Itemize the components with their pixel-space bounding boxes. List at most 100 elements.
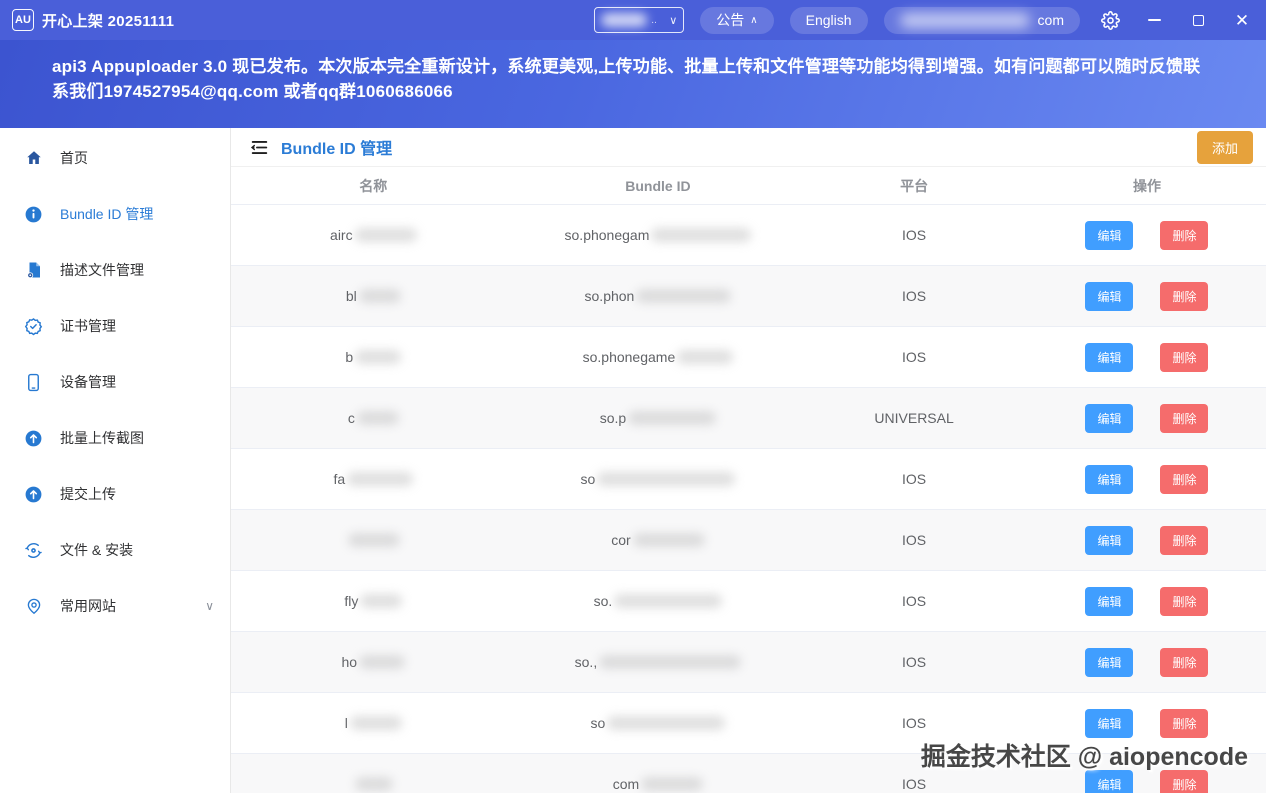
delete-button[interactable]: 删除 (1160, 526, 1208, 555)
cell-name: b (231, 349, 516, 365)
sidebar-item-devices[interactable]: 设备管理 (0, 354, 230, 410)
sidebar-item-home[interactable]: 首页 (0, 130, 230, 186)
row-bundle-redacted (641, 777, 703, 791)
table-row: ho so., IOS 编辑 删除 (231, 632, 1266, 693)
edit-button[interactable]: 编辑 (1085, 648, 1133, 677)
cell-bundle-id: so.phonegame (516, 349, 801, 365)
chevron-down-icon[interactable]: ∨ (205, 599, 214, 613)
edit-button[interactable]: 编辑 (1085, 343, 1133, 372)
row-name-redacted (355, 777, 393, 791)
settings-button[interactable] (1096, 6, 1124, 34)
announcement-button[interactable]: 公告 ∧ (700, 7, 773, 34)
select-hint: .. (651, 15, 657, 26)
language-label: English (806, 12, 852, 28)
cell-platform: IOS (800, 593, 1028, 609)
edit-button[interactable]: 编辑 (1085, 709, 1133, 738)
menu-fold-icon[interactable] (250, 139, 269, 156)
account-select[interactable]: .. ∨ (594, 7, 684, 33)
edit-button[interactable]: 编辑 (1085, 282, 1133, 311)
sidebar-item-label: 描述文件管理 (60, 260, 144, 280)
minimize-icon (1148, 19, 1161, 21)
row-name-redacted (360, 594, 402, 608)
cell-name: bl (231, 288, 516, 304)
table-row: cor IOS 编辑 删除 (231, 510, 1266, 571)
cell-bundle-id: so., (516, 654, 801, 670)
row-platform: IOS (902, 532, 926, 548)
delete-button[interactable]: 删除 (1160, 343, 1208, 372)
website-pin-icon (24, 597, 43, 616)
row-platform: IOS (902, 227, 926, 243)
maximize-icon (1193, 15, 1204, 26)
delete-button[interactable]: 删除 (1160, 221, 1208, 250)
delete-button[interactable]: 删除 (1160, 465, 1208, 494)
sidebar-item-files-install[interactable]: 文件 & 安装 (0, 522, 230, 578)
window-close-button[interactable]: ✕ (1228, 6, 1256, 34)
column-header-platform: 平台 (800, 176, 1028, 196)
row-bundle-prefix: so (581, 471, 596, 487)
edit-button[interactable]: 编辑 (1085, 221, 1133, 250)
email-suffix: com (1038, 12, 1064, 28)
delete-button[interactable]: 删除 (1160, 404, 1208, 433)
cell-actions: 编辑 删除 (1028, 343, 1266, 372)
window-minimize-button[interactable] (1140, 6, 1168, 34)
row-name-prefix: airc (330, 227, 353, 243)
certificate-icon (24, 317, 43, 336)
row-platform: IOS (902, 288, 926, 304)
cell-actions: 编辑 删除 (1028, 648, 1266, 677)
row-name-redacted (350, 716, 402, 730)
row-name-prefix: l (345, 715, 348, 731)
row-bundle-redacted (628, 411, 716, 425)
add-button[interactable]: 添加 (1197, 131, 1253, 164)
edit-button[interactable]: 编辑 (1085, 404, 1133, 433)
edit-button[interactable]: 编辑 (1085, 465, 1133, 494)
table-row: bl so.phon IOS 编辑 删除 (231, 266, 1266, 327)
delete-button[interactable]: 删除 (1160, 709, 1208, 738)
account-email-pill[interactable]: com (884, 7, 1080, 34)
table-body: airc so.phonegam IOS 编辑 删除 bl so.phon IO… (231, 205, 1266, 793)
row-platform: IOS (902, 776, 926, 792)
sidebar: 首页 Bundle ID 管理 描述文件管理 证书管理 设备管理 (0, 128, 231, 793)
sidebar-item-bundle-id[interactable]: Bundle ID 管理 (0, 186, 230, 242)
row-bundle-redacted (633, 533, 705, 547)
edit-button[interactable]: 编辑 (1085, 770, 1133, 793)
sidebar-item-batch-screenshots[interactable]: 批量上传截图 (0, 410, 230, 466)
main-content: Bundle ID 管理 添加 名称 Bundle ID 平台 操作 airc … (231, 128, 1266, 793)
announcement-label: 公告 (716, 10, 744, 30)
cell-name: c (231, 410, 516, 426)
titlebar: AU 开心上架 20251111 .. ∨ 公告 ∧ English com (0, 0, 1266, 40)
sidebar-item-label: 设备管理 (60, 372, 116, 392)
delete-button[interactable]: 删除 (1160, 648, 1208, 677)
edit-button[interactable]: 编辑 (1085, 587, 1133, 616)
row-bundle-redacted (614, 594, 722, 608)
cell-platform: IOS (800, 471, 1028, 487)
edit-button[interactable]: 编辑 (1085, 526, 1133, 555)
row-bundle-prefix: so.p (600, 410, 626, 426)
file-install-icon (24, 541, 43, 560)
row-name-prefix: c (348, 410, 355, 426)
sidebar-item-submit-upload[interactable]: 提交上传 (0, 466, 230, 522)
window-maximize-button[interactable] (1184, 6, 1212, 34)
row-bundle-prefix: so.phonegam (565, 227, 650, 243)
row-bundle-redacted (607, 716, 725, 730)
row-bundle-redacted (636, 289, 731, 303)
row-platform: IOS (902, 715, 926, 731)
app-title: 开心上架 20251111 (42, 10, 174, 31)
row-name-redacted (359, 289, 401, 303)
cell-bundle-id: so (516, 715, 801, 731)
sidebar-item-profiles[interactable]: 描述文件管理 (0, 242, 230, 298)
sidebar-item-certificates[interactable]: 证书管理 (0, 298, 230, 354)
cell-name: fly (231, 593, 516, 609)
delete-button[interactable]: 删除 (1160, 770, 1208, 793)
redacted-select-value (601, 13, 647, 27)
delete-button[interactable]: 删除 (1160, 587, 1208, 616)
language-button[interactable]: English (790, 7, 868, 34)
sidebar-item-common-websites[interactable]: 常用网站 ∨ (0, 578, 230, 634)
cell-name: fa (231, 471, 516, 487)
cell-platform: IOS (800, 227, 1028, 243)
row-name-prefix: b (345, 349, 353, 365)
cell-actions: 编辑 删除 (1028, 770, 1266, 793)
cell-bundle-id: so. (516, 593, 801, 609)
announcement-banner: api3 Appuploader 3.0 现已发布。本次版本完全重新设计，系统更… (0, 40, 1266, 128)
delete-button[interactable]: 删除 (1160, 282, 1208, 311)
row-name-redacted (355, 228, 417, 242)
